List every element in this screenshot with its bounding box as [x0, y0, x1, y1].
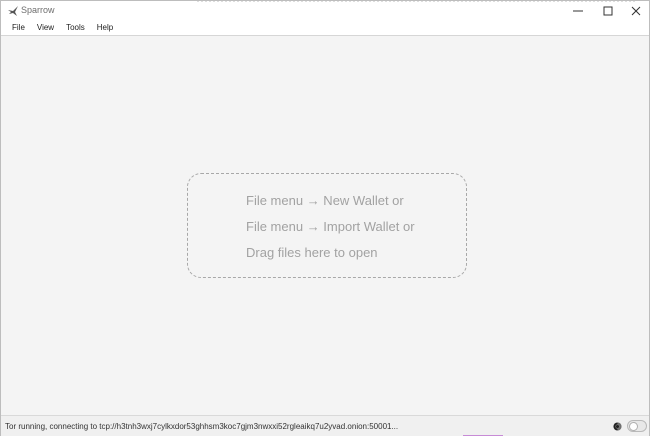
hint-drag-files: Drag files here to open	[246, 245, 378, 260]
toggle-knob	[629, 422, 638, 431]
minimize-button[interactable]	[563, 1, 593, 21]
menu-help[interactable]: Help	[91, 21, 119, 35]
window-title: Sparrow	[21, 5, 55, 15]
connection-status: Tor running, connecting to tcp://h3tnh3w…	[5, 422, 399, 431]
server-toggle[interactable]	[627, 420, 647, 432]
menu-tools[interactable]: Tools	[60, 21, 91, 35]
maximize-icon	[603, 6, 613, 16]
menu-bar: File View Tools Help	[1, 21, 649, 36]
close-button[interactable]	[621, 1, 650, 21]
maximize-button[interactable]	[593, 1, 623, 21]
file-drop-zone[interactable]: File menu → New Wallet or File menu → Im…	[187, 173, 467, 278]
sparrow-logo-icon	[8, 6, 18, 16]
hint-new-wallet: File menu → New Wallet or	[246, 193, 404, 208]
close-icon	[631, 6, 641, 16]
minimize-icon	[573, 10, 583, 12]
app-window: Sparrow File View Tools Help File menu →…	[0, 0, 650, 436]
menu-view[interactable]: View	[31, 21, 60, 35]
title-bar[interactable]: Sparrow	[1, 1, 649, 21]
menu-file[interactable]: File	[6, 21, 31, 35]
hint-import-wallet: File menu → Import Wallet or	[246, 219, 415, 234]
status-bar: Tor running, connecting to tcp://h3tnh3w…	[1, 415, 649, 436]
tor-onion-icon	[613, 422, 622, 431]
